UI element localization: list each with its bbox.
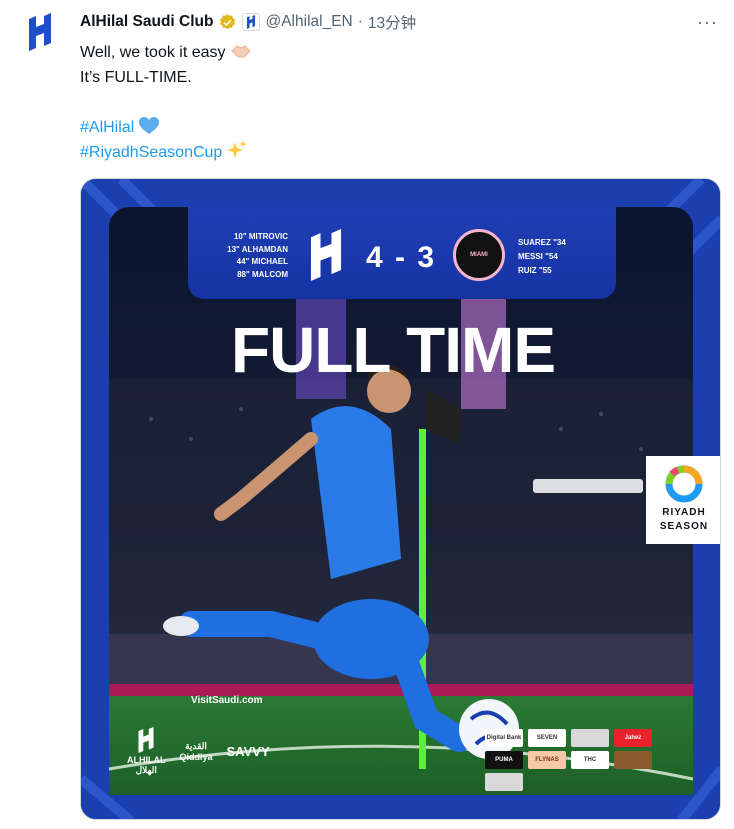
sponsor-chip [571,729,609,747]
author-handle[interactable]: @Alhilal_EN [265,13,352,31]
riyadh-season-ring-icon [665,465,703,503]
inter-miami-crest-icon: MIAMI [453,229,505,281]
sponsor-chip: Digital Bank [485,729,523,747]
sponsor-chip: SEVEN [528,729,566,747]
home-scorer: 13" ALHAMDAN [227,244,288,254]
sponsor-chips: Digital Bank SEVEN Jahez PUMA FLYNAS THC [485,729,652,791]
handshake-emoji-icon [230,42,251,68]
away-scorer: MESSI "54 [518,252,558,261]
sponsor-chip [614,751,652,769]
riyadh-season-label-1: RIYADH [662,507,706,518]
separator-dot: · [357,13,363,30]
qiddiya-logo: القدية Qiddiya [180,741,213,762]
text-line-1-content: Well, we took it easy [80,44,226,61]
hashtag-alhilal[interactable]: #AlHilal [80,119,134,136]
text-blank-line [80,90,700,115]
verified-badge-icon[interactable] [218,13,237,32]
sponsor-chip [485,773,523,791]
home-scorers: 10" MITROVIC 13" ALHAMDAN 44" MICHAEL 88… [208,231,288,281]
hashtag-riyadhseasoncup[interactable]: #RiyadhSeasonCup [80,144,222,161]
final-score: 4 - 3 [366,241,437,274]
alhilal-small-crest-icon [138,727,154,753]
alhilal-footer-logo: ALHILAL الهلال [127,727,166,776]
sponsor-chip: THC [571,751,609,769]
riyadh-season-badge: RIYADH SEASON [646,456,720,544]
home-scorer: 10" MITROVIC [233,232,288,241]
tweet-header: AlHilal Saudi Club @Alhilal_EN · 13分钟 [80,11,416,33]
more-options-icon[interactable]: ··· [697,12,718,33]
sparkles-emoji-icon [227,140,248,168]
alhilal-latin-label: ALHILAL [127,755,166,765]
scoreboard: 10" MITROVIC 13" ALHAMDAN 44" MICHAEL 88… [188,207,616,299]
sponsor-chip: FLYNAS [528,751,566,769]
hashtag-line-1: #AlHilal [80,115,700,140]
alhilal-logo-icon [29,13,51,51]
avatar[interactable] [18,10,62,54]
alhilal-arabic-label: الهلال [135,765,157,775]
sponsor-chip: PUMA [485,751,523,769]
sponsor-chip: Jahez [614,729,652,747]
qiddiya-arabic-label: القدية [185,741,207,751]
away-scorer: RUIZ "55 [518,266,552,275]
riyadh-season-label-2: SEASON [659,521,709,532]
hashtag-line-2: #RiyadhSeasonCup [80,140,700,165]
savvy-logo: SAVVY [226,744,270,759]
home-scorer: 44" MICHAEL [236,257,288,266]
away-scorer: SUAREZ "34 [518,238,566,247]
away-scorers: SUAREZ "34 MESSI "54 RUIZ "55 [518,236,608,278]
author-name[interactable]: AlHilal Saudi Club [80,13,213,31]
tweet-text: Well, we took it easy It’s FULL-TIME. #A… [80,40,700,165]
qiddiya-latin-label: Qiddiya [179,752,213,762]
away-badge-text: MIAMI [470,252,488,258]
affiliate-badge-icon[interactable] [242,13,261,31]
tweet-timestamp[interactable]: 13分钟 [368,11,416,33]
tweet-media-image[interactable]: 10" MITROVIC 13" ALHAMDAN 44" MICHAEL 88… [80,178,721,820]
text-line-1: Well, we took it easy [80,40,700,65]
text-line-2: It’s FULL-TIME. [80,69,192,86]
full-time-headline: FULL TIME [231,314,556,386]
footer-sponsors: ALHILAL الهلال القدية Qiddiya SAVVY [127,727,270,776]
home-scorer: 88" MALCOM [237,269,288,279]
alhilal-crest-icon [310,229,342,281]
ad-board-text: VisitSaudi.com [191,695,263,706]
